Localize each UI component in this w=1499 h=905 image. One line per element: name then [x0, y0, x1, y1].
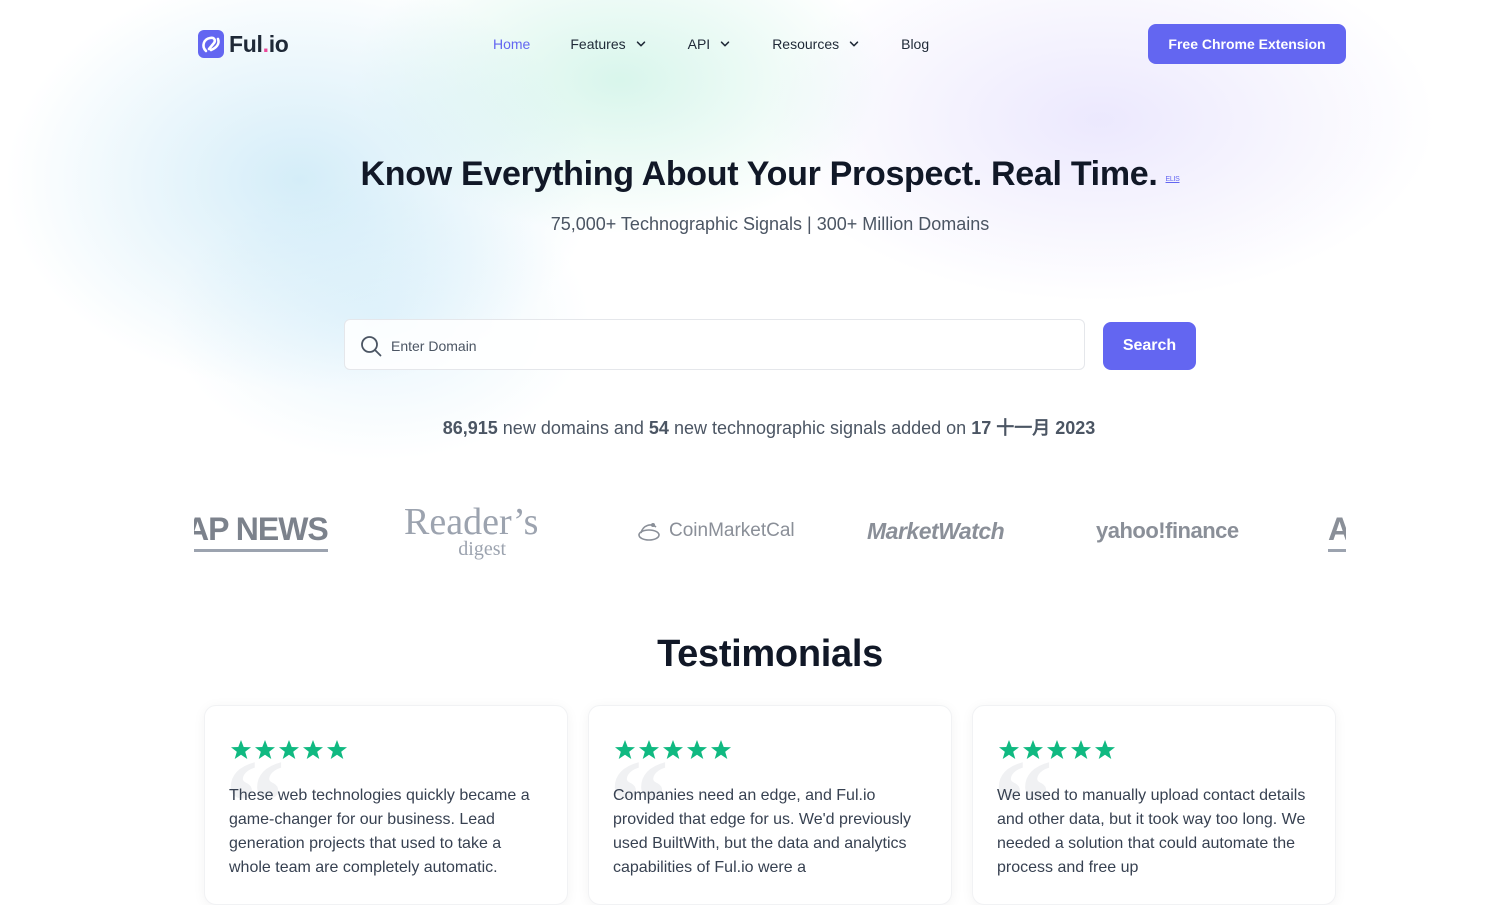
star-icon	[1023, 740, 1043, 759]
nav-item-features[interactable]: Features	[570, 34, 645, 54]
star-icon	[711, 740, 731, 759]
star-rating	[997, 739, 1117, 761]
star-icon	[231, 740, 251, 759]
readers-digest-logo: Reader’s digest	[404, 495, 538, 567]
coinmarketcal-icon	[638, 523, 660, 541]
nav-item-blog[interactable]: Blog	[901, 34, 929, 54]
brand-logo[interactable]: Ful.io	[197, 28, 289, 60]
daily-stats-line: 86,915 new domains and 54 new technograp…	[0, 414, 1499, 440]
star-icon	[1095, 740, 1115, 759]
nav-item-label: Features	[570, 36, 626, 52]
nav-item-label: Resources	[772, 36, 840, 52]
testimonial-text: We used to manually upload contact detai…	[997, 787, 1306, 876]
new-domains-text: new domains and	[502, 418, 644, 438]
testimonial-text: Companies need an edge, and Ful.io provi…	[613, 787, 912, 876]
star-icon	[327, 740, 347, 759]
top-navbar: Ful.io Home Features API Resources Blog …	[0, 0, 1499, 88]
brand-wordmark: Ful.io	[229, 30, 289, 57]
free-chrome-extension-button[interactable]: Free Chrome Extension	[1148, 24, 1346, 64]
testimonial-card: “ We used to manually upload contact det…	[972, 705, 1336, 905]
star-icon	[255, 740, 275, 759]
elis-badge-link[interactable]: ELIS	[1166, 176, 1180, 183]
star-rating	[613, 739, 733, 761]
chevron-down-icon	[720, 41, 730, 47]
search-button[interactable]: Search	[1103, 322, 1196, 370]
domain-search-input[interactable]	[389, 320, 1073, 371]
hero-title: Know Everything About Your Prospect. Rea…	[0, 155, 1499, 194]
nav-item-resources[interactable]: Resources	[772, 34, 859, 54]
new-domains-count: 86,915	[442, 418, 498, 438]
hero-subtitle: 75,000+ Technographic Signals | 300+ Mil…	[550, 214, 990, 234]
stats-date: 17 十一月 2023	[971, 418, 1096, 438]
testimonials-heading: Testimonials	[657, 633, 883, 675]
nav-item-api[interactable]: API	[688, 34, 731, 54]
coinmarketcal-logo-text: CoinMarketCal	[669, 520, 795, 541]
star-icon	[999, 740, 1019, 759]
search-icon	[361, 336, 382, 357]
fulio-logo-icon	[198, 30, 224, 58]
testimonial-card: “ Companies need an edge, and Ful.io pro…	[588, 705, 952, 905]
readers-digest-logo-line2: digest	[458, 538, 507, 560]
star-icon	[615, 740, 635, 759]
star-icon	[687, 740, 707, 759]
marketwatch-logo: MarketWatch	[867, 517, 1005, 544]
star-icon	[303, 740, 323, 759]
chevron-down-icon	[636, 41, 645, 47]
press-logos-carousel: AP NEWS Reader’s digest CoinMarketCal Ma…	[194, 495, 1346, 567]
nav-item-label: Home	[493, 36, 531, 52]
nav-item-label: Blog	[901, 36, 930, 52]
star-icon	[279, 740, 299, 759]
star-icon	[1071, 740, 1091, 759]
new-signals-text: new technographic signals added on	[673, 418, 967, 438]
yahoo-finance-logo: yahoo!finance	[1096, 518, 1239, 543]
star-rating	[229, 739, 349, 761]
coinmarketcal-logo: CoinMarketCal	[637, 495, 795, 567]
hero-title-text: Know Everything About Your Prospect. Rea…	[360, 155, 1158, 193]
star-icon	[1047, 740, 1067, 759]
testimonial-card: “ These web technologies quickly became …	[204, 705, 568, 905]
main-nav: Home Features API Resources Blog	[493, 34, 929, 54]
new-signals-count: 54	[648, 418, 669, 438]
chevron-down-icon	[849, 41, 859, 47]
star-icon	[639, 740, 659, 759]
brand-wordmark-suffix: io	[268, 30, 289, 57]
testimonial-text: These web technologies quickly became a …	[229, 787, 530, 876]
apnews-logo: AP NEWS	[194, 509, 329, 552]
readers-digest-logo-line1: Reader’s	[404, 501, 539, 543]
star-icon	[663, 740, 683, 759]
nav-item-label: API	[687, 36, 711, 52]
nav-item-home[interactable]: Home	[493, 34, 530, 54]
partial-next-logo: A	[1328, 509, 1346, 552]
domain-search-box	[344, 319, 1085, 371]
